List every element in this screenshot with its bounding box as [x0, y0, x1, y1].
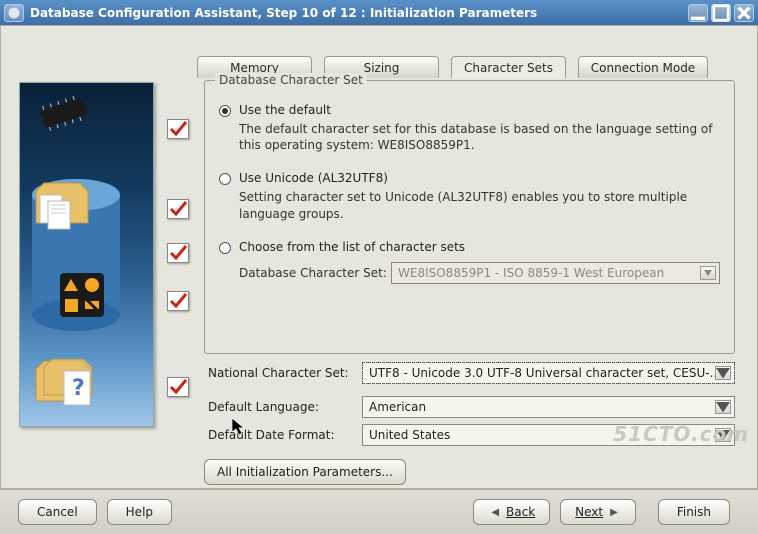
window-title: Database Configuration Assistant, Step 1…	[30, 6, 685, 20]
default-date-format-value: United States	[369, 428, 450, 442]
row-default-date-format: Default Date Format: United States	[208, 424, 735, 446]
default-language-value: American	[369, 400, 426, 414]
triangle-left-icon: ◀	[491, 507, 499, 518]
window-menu-icon[interactable]	[4, 4, 24, 22]
desc-use-unicode: Setting character set to Unicode (AL32UT…	[239, 189, 720, 221]
national-charset-label: National Character Set:	[208, 366, 362, 380]
finish-button[interactable]: Finish	[658, 499, 730, 525]
step-check-3	[167, 243, 189, 263]
cancel-button[interactable]: Cancel	[18, 499, 97, 525]
content-area: ? Memory Sizing Character Sets Connectio…	[0, 25, 758, 489]
row-default-language: Default Language: American	[208, 396, 735, 418]
button-bar: Cancel Help ◀Back Next▶ Finish	[0, 489, 758, 534]
chevron-down-icon[interactable]	[715, 400, 731, 414]
radio-row-unicode[interactable]: Use Unicode (AL32UTF8)	[219, 171, 720, 185]
desc-use-default: The default character set for this datab…	[239, 121, 720, 153]
chevron-down-icon[interactable]	[715, 428, 731, 442]
radio-use-unicode-label: Use Unicode (AL32UTF8)	[239, 171, 388, 185]
default-language-combo[interactable]: American	[362, 396, 735, 418]
maximize-button[interactable]	[711, 4, 731, 22]
database-charset-group: Database Character Set Use the default T…	[204, 80, 735, 354]
tab-character-sets[interactable]: Character Sets	[451, 56, 566, 78]
step-check-2	[167, 199, 189, 219]
default-date-format-combo[interactable]: United States	[362, 424, 735, 446]
step-check-4	[167, 291, 189, 311]
step-check-5	[167, 377, 189, 397]
row-national-charset: National Character Set: UTF8 - Unicode 3…	[208, 362, 735, 384]
all-init-params-button[interactable]: All Initialization Parameters...	[204, 459, 406, 485]
chevron-down-icon[interactable]	[715, 366, 731, 380]
database-charset-value: WE8ISO8859P1 - ISO 8859-1 West European	[398, 266, 664, 280]
national-charset-value: UTF8 - Unicode 3.0 UTF-8 Universal chara…	[369, 366, 721, 380]
radio-use-unicode[interactable]	[219, 173, 231, 185]
default-language-label: Default Language:	[208, 400, 362, 414]
group-legend: Database Character Set	[215, 73, 367, 87]
national-charset-combo[interactable]: UTF8 - Unicode 3.0 UTF-8 Universal chara…	[362, 362, 735, 384]
radio-choose-list[interactable]	[219, 242, 231, 254]
next-button[interactable]: Next▶	[560, 499, 636, 525]
chevron-down-icon	[700, 266, 716, 280]
step-check-1	[167, 119, 189, 139]
radio-use-default[interactable]	[219, 105, 231, 117]
help-button[interactable]: Help	[107, 499, 172, 525]
radio-row-default[interactable]: Use the default	[219, 103, 720, 117]
radio-row-choose-list[interactable]: Choose from the list of character sets	[219, 240, 720, 254]
close-button[interactable]	[734, 4, 754, 22]
database-charset-combo: WE8ISO8859P1 - ISO 8859-1 West European	[391, 262, 720, 284]
radio-use-default-label: Use the default	[239, 103, 331, 117]
back-button[interactable]: ◀Back	[473, 499, 550, 525]
triangle-right-icon: ▶	[610, 507, 618, 518]
default-date-format-label: Default Date Format:	[208, 428, 362, 442]
tab-connection-mode[interactable]: Connection Mode	[578, 56, 708, 78]
minimize-button[interactable]	[688, 4, 708, 22]
svg-text:?: ?	[72, 376, 85, 401]
radio-choose-list-label: Choose from the list of character sets	[239, 240, 465, 254]
database-charset-label: Database Character Set:	[239, 266, 391, 280]
title-bar: Database Configuration Assistant, Step 1…	[0, 0, 758, 25]
wizard-step-panel: ?	[19, 82, 154, 427]
